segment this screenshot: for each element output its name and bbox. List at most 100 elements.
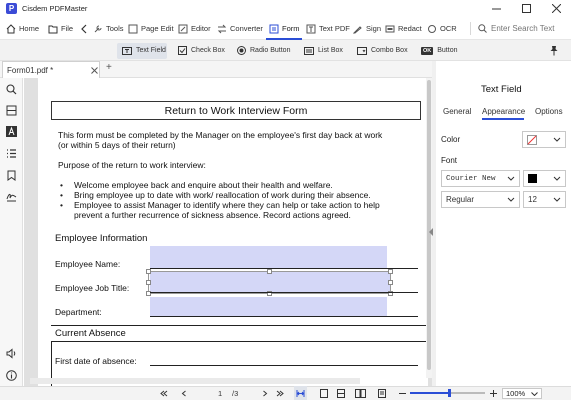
department-label: Department: bbox=[55, 307, 102, 317]
previous-page-button[interactable] bbox=[181, 386, 187, 400]
list-box-label: List Box bbox=[318, 47, 343, 54]
redact-button[interactable]: Redact bbox=[385, 17, 422, 40]
page-edit-icon bbox=[128, 24, 138, 33]
vertical-scroll-thumb[interactable] bbox=[427, 80, 431, 370]
radio-button-tool[interactable]: Radio Button bbox=[237, 40, 290, 61]
close-window-button[interactable] bbox=[541, 0, 571, 17]
chevron-down-icon bbox=[531, 391, 538, 396]
employee-job-title-line bbox=[150, 292, 418, 293]
minimize-icon bbox=[491, 8, 501, 10]
home-label: Home bbox=[19, 24, 40, 33]
redact-icon bbox=[385, 25, 395, 32]
close-tab-icon[interactable] bbox=[91, 67, 98, 74]
resize-handle[interactable] bbox=[267, 269, 272, 274]
fit-width-icon bbox=[296, 389, 305, 397]
speaker-icon bbox=[6, 348, 16, 359]
chevron-left-icon bbox=[81, 24, 87, 33]
redact-label: Redact bbox=[398, 24, 422, 33]
font-family-select[interactable]: Courier New bbox=[441, 170, 520, 187]
zoom-slider-thumb[interactable] bbox=[448, 389, 451, 397]
info-button[interactable] bbox=[5, 369, 18, 382]
search-input[interactable] bbox=[491, 24, 565, 33]
tab-options[interactable]: Options bbox=[535, 107, 563, 116]
text-field-label: Text Field bbox=[136, 47, 166, 54]
sign-button[interactable]: Sign bbox=[353, 17, 381, 40]
file-button[interactable]: File bbox=[48, 17, 73, 40]
list-box-tool[interactable]: List Box bbox=[304, 40, 343, 61]
resize-handle[interactable] bbox=[146, 269, 151, 274]
bookmarks-button[interactable] bbox=[5, 169, 18, 182]
search-panel-button[interactable] bbox=[5, 83, 18, 96]
zoom-in-button[interactable] bbox=[490, 386, 497, 400]
tab-appearance[interactable]: Appearance bbox=[482, 107, 525, 116]
section-divider bbox=[51, 341, 431, 342]
ocr-button[interactable]: OCR bbox=[427, 17, 457, 40]
fit-width-button[interactable] bbox=[294, 386, 307, 400]
zoom-select[interactable]: 100% bbox=[502, 388, 542, 399]
current-page-field[interactable]: 1 bbox=[218, 386, 222, 400]
first-page-button[interactable] bbox=[160, 386, 168, 400]
next-page-button[interactable] bbox=[262, 386, 268, 400]
employee-job-title-label: Employee Job Title: bbox=[55, 283, 130, 293]
tools-button[interactable]: Tools bbox=[93, 17, 124, 40]
continuous-view-button[interactable] bbox=[337, 386, 345, 400]
tab-general[interactable]: General bbox=[443, 107, 471, 116]
annotations-button[interactable] bbox=[5, 125, 18, 138]
back-button[interactable] bbox=[80, 17, 88, 40]
thumbnails-button[interactable] bbox=[5, 104, 18, 117]
ocr-label: OCR bbox=[440, 24, 457, 33]
document-tab[interactable]: Form01.pdf * bbox=[2, 61, 100, 78]
font-color-swatch bbox=[528, 174, 537, 183]
two-page-view-button[interactable] bbox=[355, 386, 366, 400]
resize-handle[interactable] bbox=[388, 269, 393, 274]
horizontal-scrollbar[interactable] bbox=[30, 378, 360, 384]
document-viewer[interactable]: Return to Work Interview Form This form … bbox=[24, 78, 432, 386]
panel-title: Text Field bbox=[481, 84, 522, 95]
page-edit-button[interactable]: Page Edit bbox=[128, 17, 174, 40]
page-settings-button[interactable] bbox=[378, 386, 386, 400]
home-button[interactable]: Home bbox=[6, 17, 39, 40]
pin-button[interactable] bbox=[549, 45, 559, 56]
outline-button[interactable] bbox=[5, 147, 18, 160]
collapse-right-panel[interactable] bbox=[429, 228, 433, 236]
color-picker[interactable] bbox=[522, 131, 566, 148]
chevron-down-icon bbox=[553, 197, 561, 202]
check-box-tool[interactable]: Check Box bbox=[178, 40, 225, 61]
font-label: Font bbox=[441, 156, 458, 165]
last-page-button[interactable] bbox=[276, 386, 284, 400]
maximize-button[interactable] bbox=[511, 0, 541, 17]
resize-handle[interactable] bbox=[388, 280, 393, 285]
single-page-view-button[interactable] bbox=[320, 386, 328, 400]
font-color-select[interactable] bbox=[523, 170, 566, 187]
minus-icon bbox=[399, 392, 406, 394]
search-box[interactable] bbox=[478, 17, 571, 40]
first-date-line bbox=[150, 365, 418, 366]
chevron-right-icon bbox=[263, 390, 268, 396]
employee-name-field[interactable] bbox=[150, 246, 387, 268]
button-tool[interactable]: OK Button bbox=[421, 40, 458, 61]
resize-handle[interactable] bbox=[146, 280, 151, 285]
text-pdf-button[interactable]: Text PDF bbox=[306, 17, 350, 40]
converter-button[interactable]: Converter bbox=[217, 17, 263, 40]
new-tab-button[interactable]: + bbox=[106, 62, 112, 73]
app-title: Cisdem PDFMaster bbox=[22, 4, 88, 13]
chevron-down-icon bbox=[553, 176, 561, 181]
zoom-slider-fill bbox=[410, 392, 449, 394]
combo-box-tool[interactable]: Combo Box bbox=[357, 40, 408, 61]
bullet-text-continued: prevent a further recurrence of sickness… bbox=[74, 210, 351, 220]
editor-button[interactable]: Editor bbox=[178, 17, 211, 40]
department-line bbox=[150, 316, 418, 317]
zoom-out-button[interactable] bbox=[399, 386, 406, 400]
font-style-select[interactable]: Regular bbox=[441, 191, 520, 208]
bullet-text: Employee to assist Manager to identify w… bbox=[74, 200, 380, 210]
bullet-text: Bring employee up to date with work/ rea… bbox=[74, 190, 371, 200]
form-icon bbox=[269, 24, 279, 33]
audio-button[interactable] bbox=[5, 347, 18, 360]
text-field-tool[interactable]: Text Field bbox=[122, 40, 166, 61]
signatures-button[interactable] bbox=[5, 190, 18, 203]
double-chevron-left-icon bbox=[160, 390, 168, 396]
font-size-select[interactable]: 12 bbox=[523, 191, 566, 208]
form-button[interactable]: Form bbox=[269, 17, 300, 40]
minimize-button[interactable] bbox=[481, 0, 511, 17]
department-field[interactable] bbox=[150, 297, 387, 316]
